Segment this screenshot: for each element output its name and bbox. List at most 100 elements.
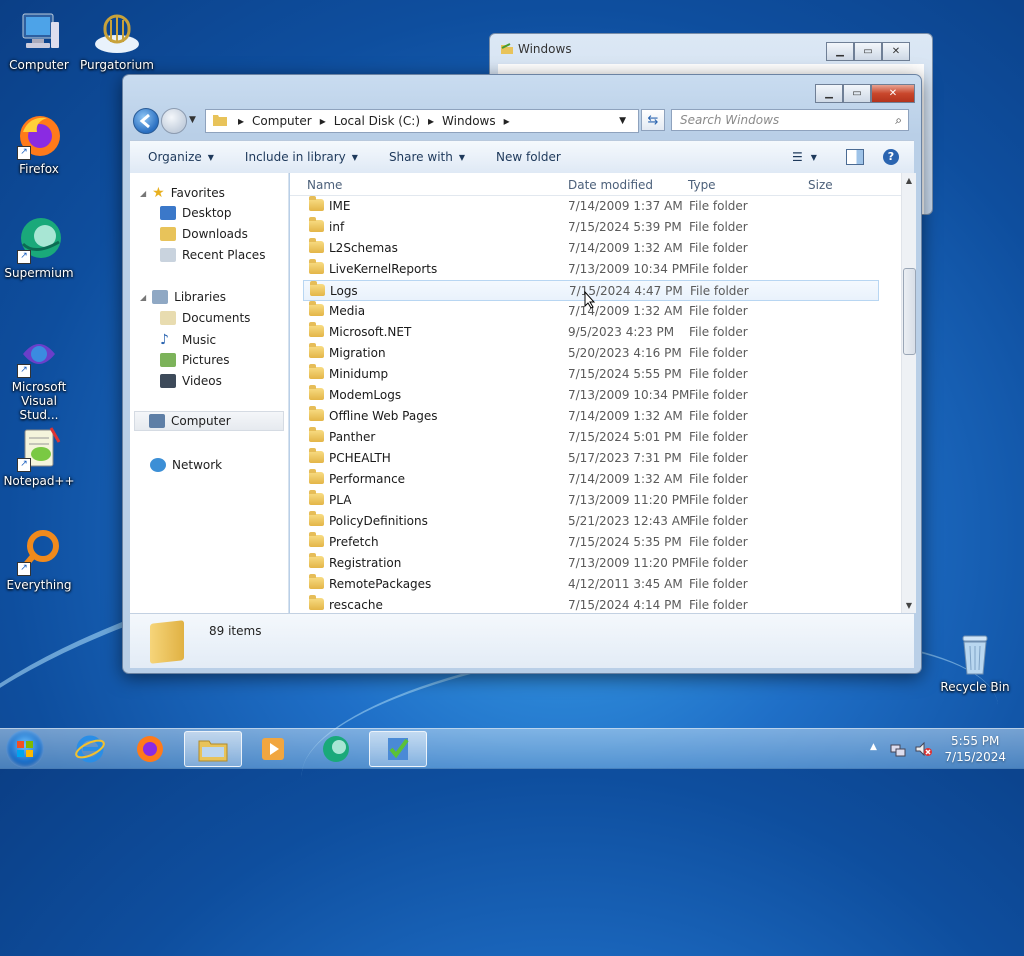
start-button[interactable] bbox=[6, 730, 44, 768]
address-bar[interactable]: ▸ Computer ▸ Local Disk (C:) ▸ Windows ▸… bbox=[205, 109, 639, 133]
scroll-up-arrow[interactable]: ▲ bbox=[902, 176, 916, 185]
file-name: Prefetch bbox=[329, 535, 379, 549]
table-row[interactable]: inf 7/15/2024 5:39 PM File folder bbox=[290, 217, 880, 238]
taskbar-clock[interactable]: 5:55 PM 7/15/2024 bbox=[944, 733, 1006, 765]
file-date: 5/20/2023 4:16 PM bbox=[568, 346, 682, 360]
firefox-icon bbox=[137, 736, 163, 762]
table-row[interactable]: Minidump 7/15/2024 5:55 PM File folder bbox=[290, 364, 880, 385]
network-tray-icon[interactable] bbox=[890, 741, 906, 760]
taskbar-internet-explorer[interactable] bbox=[61, 731, 119, 767]
explorer-window[interactable]: ▁ ▭ ✕ ▼ ▸ Computer ▸ Local Disk (C:) ▸ W… bbox=[122, 74, 922, 674]
table-row[interactable]: L2Schemas 7/14/2009 1:32 AM File folder bbox=[290, 238, 880, 259]
folder-icon bbox=[309, 553, 324, 568]
nav-documents[interactable]: Documents bbox=[160, 311, 250, 325]
forward-button[interactable] bbox=[161, 108, 187, 134]
desktop-icon-purgatorium[interactable]: Purgatorium bbox=[79, 8, 155, 72]
column-header-name[interactable]: Name bbox=[307, 178, 342, 192]
column-header-size[interactable]: Size bbox=[808, 178, 833, 192]
table-row[interactable]: rescache 7/15/2024 4:14 PM File folder bbox=[290, 595, 880, 613]
table-row[interactable]: LiveKernelReports 7/13/2009 10:34 PM File … bbox=[290, 259, 880, 280]
nav-pictures[interactable]: Pictures bbox=[160, 353, 230, 367]
desktop-icon-recycle-bin[interactable]: Recycle Bin bbox=[937, 630, 1013, 694]
organize-button[interactable]: Organize ▼ bbox=[130, 150, 227, 164]
taskbar-media-player[interactable] bbox=[244, 731, 302, 767]
breadcrumb-windows[interactable]: Windows bbox=[442, 114, 496, 128]
table-row[interactable]: Microsoft.NET 9/5/2023 4:23 PM File folder bbox=[290, 322, 880, 343]
table-row[interactable]: ModemLogs 7/13/2009 10:34 PM File folder bbox=[290, 385, 880, 406]
table-row[interactable]: Panther 7/15/2024 5:01 PM File folder bbox=[290, 427, 880, 448]
maximize-button[interactable]: ▭ bbox=[854, 42, 882, 61]
table-row[interactable]: PLA 7/13/2009 11:20 PM File folder bbox=[290, 490, 880, 511]
file-name: Migration bbox=[329, 346, 386, 360]
desktop-icon-firefox[interactable]: ↗ Firefox bbox=[1, 112, 77, 176]
include-in-library-button[interactable]: Include in library ▼ bbox=[227, 150, 371, 164]
scrollbar-thumb[interactable] bbox=[903, 268, 916, 355]
file-type: File folder bbox=[689, 199, 748, 213]
file-date: 7/14/2009 1:32 AM bbox=[568, 241, 683, 255]
column-header-type[interactable]: Type bbox=[688, 178, 716, 192]
table-row[interactable]: PCHEALTH 5/17/2023 7:31 PM File folder bbox=[290, 448, 880, 469]
back-button[interactable] bbox=[133, 108, 159, 134]
address-dropdown-icon[interactable]: ▼ bbox=[619, 116, 626, 126]
preview-pane-button[interactable] bbox=[846, 149, 864, 165]
nav-videos[interactable]: Videos bbox=[160, 374, 222, 388]
new-folder-button[interactable]: New folder bbox=[478, 150, 574, 164]
computer-icon bbox=[15, 8, 63, 56]
recent-pages-dropdown[interactable]: ▼ bbox=[189, 115, 196, 125]
scroll-down-arrow[interactable]: ▼ bbox=[902, 601, 916, 610]
minimize-button[interactable]: ▁ bbox=[815, 84, 843, 103]
table-row[interactable]: Prefetch 7/15/2024 5:35 PM File folder bbox=[290, 532, 880, 553]
libraries-icon bbox=[152, 290, 169, 304]
breadcrumb-separator-icon[interactable]: ▸ bbox=[320, 114, 326, 128]
change-view-button[interactable]: ☰ ▼ bbox=[792, 150, 817, 164]
breadcrumb-separator-icon[interactable]: ▸ bbox=[238, 114, 244, 128]
refresh-button[interactable]: ⇆ bbox=[641, 109, 665, 131]
shortcut-arrow-icon: ↗ bbox=[17, 562, 31, 576]
desktop-icon-computer[interactable]: Computer bbox=[1, 8, 77, 72]
file-type: File folder bbox=[689, 451, 748, 465]
nav-recent-places[interactable]: Recent Places bbox=[160, 248, 265, 262]
taskbar-firefox[interactable] bbox=[121, 731, 179, 767]
show-hidden-icons-button[interactable]: ▲ bbox=[870, 742, 877, 752]
close-button[interactable]: ✕ bbox=[871, 84, 915, 103]
volume-muted-icon[interactable] bbox=[914, 741, 932, 760]
table-row[interactable]: PolicyDefinitions 5/21/2023 12:43 AM File … bbox=[290, 511, 880, 532]
nav-downloads[interactable]: Downloads bbox=[160, 227, 248, 241]
vertical-scrollbar[interactable]: ▲ ▼ bbox=[901, 173, 916, 613]
nav-network[interactable]: Network bbox=[150, 458, 222, 472]
file-type: File folder bbox=[689, 535, 748, 549]
search-input[interactable]: Search Windows ⌕ bbox=[671, 109, 909, 131]
desktop-icon-everything[interactable]: ↗ Everything bbox=[1, 528, 77, 592]
table-row[interactable]: Migration 5/20/2023 4:16 PM File folder bbox=[290, 343, 880, 364]
nav-music[interactable]: ♪ Music bbox=[160, 332, 216, 348]
breadcrumb-computer[interactable]: Computer bbox=[252, 114, 312, 128]
breadcrumb-separator-icon[interactable]: ▸ bbox=[504, 114, 510, 128]
taskbar-notepad-app[interactable] bbox=[369, 731, 427, 767]
taskbar-windows-explorer[interactable] bbox=[184, 731, 242, 767]
minimize-button[interactable]: ▁ bbox=[826, 42, 854, 61]
nav-computer[interactable]: Computer bbox=[134, 411, 284, 431]
desktop-icon-visual-studio[interactable]: ↗ Microsoft Visual Stud... bbox=[1, 330, 77, 422]
desktop-icon-supermium[interactable]: ↗ Supermium bbox=[1, 216, 77, 280]
column-header-date-modified[interactable]: Date modified bbox=[568, 178, 653, 192]
file-date: 7/13/2009 11:20 PM bbox=[568, 493, 690, 507]
breadcrumb-separator-icon[interactable]: ▸ bbox=[428, 114, 434, 128]
desktop-icon-notepad-plus-plus[interactable]: ↗ Notepad++ bbox=[1, 424, 77, 488]
table-row[interactable]: RemotePackages 4/12/2011 3:45 AM File fold… bbox=[290, 574, 880, 595]
table-row[interactable]: Performance 7/14/2009 1:32 AM File folder bbox=[290, 469, 880, 490]
table-row[interactable]: IME 7/14/2009 1:37 AM File folder bbox=[290, 196, 880, 217]
table-row[interactable]: Registration 7/13/2009 11:20 PM File folde… bbox=[290, 553, 880, 574]
table-row[interactable]: Offline Web Pages 7/14/2009 1:32 AM File f… bbox=[290, 406, 880, 427]
file-type: File folder bbox=[689, 598, 748, 612]
breadcrumb-local-disk[interactable]: Local Disk (C:) bbox=[334, 114, 420, 128]
help-button[interactable]: ? bbox=[883, 149, 899, 165]
search-icon[interactable]: ⌕ bbox=[895, 113, 902, 128]
nav-favorites[interactable]: ◢ ★ Favorites bbox=[140, 185, 225, 201]
taskbar-supermium[interactable] bbox=[307, 731, 365, 767]
close-button[interactable]: ✕ bbox=[882, 42, 910, 61]
share-with-button[interactable]: Share with ▼ bbox=[371, 150, 478, 164]
file-name: Performance bbox=[329, 472, 406, 486]
maximize-button[interactable]: ▭ bbox=[843, 84, 871, 103]
nav-libraries[interactable]: ◢ Libraries bbox=[140, 290, 226, 304]
nav-desktop[interactable]: Desktop bbox=[160, 206, 232, 220]
